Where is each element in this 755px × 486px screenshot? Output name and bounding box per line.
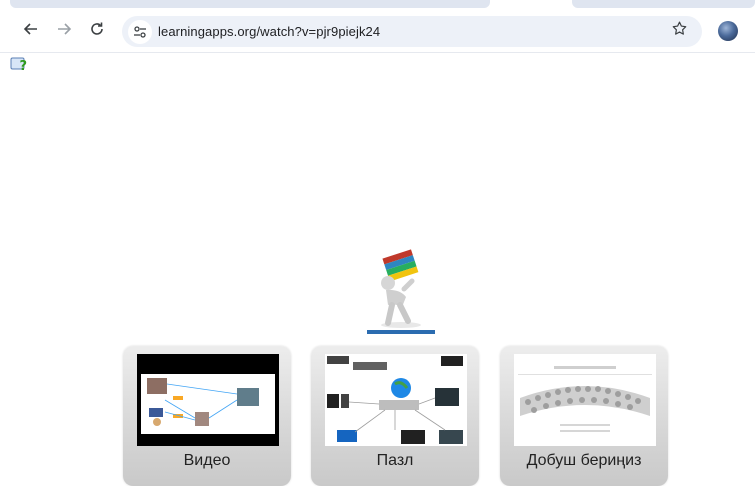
site-info-button[interactable] [128, 20, 152, 44]
address-bar[interactable]: learningapps.org/watch?v=pjr9piejk24 [122, 16, 702, 47]
tab-edge-left [10, 0, 490, 8]
puzzle-thumbnail [325, 354, 467, 446]
arrow-right-icon [58, 23, 72, 35]
reload-button[interactable] [86, 18, 108, 40]
browser-toolbar: learningapps.org/watch?v=pjr9piejk24 [0, 0, 755, 53]
back-button[interactable] [20, 18, 42, 40]
card-video[interactable]: Видео [123, 346, 291, 486]
url-text[interactable]: learningapps.org/watch?v=pjr9piejk24 [158, 24, 380, 39]
profile-avatar[interactable] [718, 21, 738, 41]
reload-icon [91, 22, 103, 35]
tab-edge-right [572, 0, 755, 8]
bookmark-star-button[interactable] [671, 20, 688, 42]
tab-strip [0, 0, 755, 8]
help-question-icon[interactable]: ? [10, 56, 28, 72]
video-thumbnail [137, 354, 279, 446]
card-vote[interactable]: Добуш бериңиз [500, 346, 668, 486]
star-icon [672, 21, 687, 35]
man-carrying-books-image [367, 249, 435, 334]
arrow-left-icon [23, 23, 37, 35]
vote-thumbnail [514, 354, 656, 446]
card-label: Пазл [376, 452, 414, 469]
card-puzzle[interactable]: Пазл [311, 346, 479, 486]
card-label: Видео [183, 452, 231, 469]
tune-settings-icon [134, 26, 146, 38]
svg-text:?: ? [20, 59, 28, 72]
card-label: Добуш бериңиз [526, 452, 642, 469]
forward-button[interactable] [53, 18, 75, 40]
